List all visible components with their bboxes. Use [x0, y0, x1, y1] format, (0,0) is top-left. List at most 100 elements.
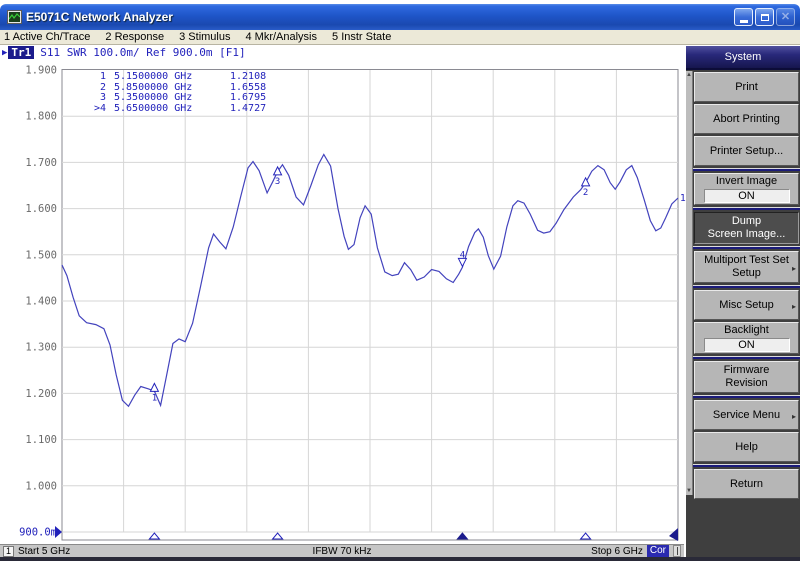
- marker-table: 15.1500000 GHz1.210825.8500000 GHz1.6558…: [86, 72, 266, 114]
- minimize-icon: [740, 20, 748, 23]
- marker-value: 1.2108: [230, 72, 266, 83]
- softkey-label: Firmware: [724, 364, 770, 377]
- channel-indicator: 1: [3, 546, 14, 557]
- y-axis-tick-label: 1.600: [25, 203, 57, 215]
- softkey-separator: [686, 464, 800, 467]
- submenu-arrow-icon: ▸: [792, 410, 796, 423]
- softkey-separator: [686, 395, 800, 398]
- softkey-return[interactable]: Return: [694, 469, 799, 499]
- marker-row-4: >4 5.6500000 GHz 1.4727: [86, 104, 266, 115]
- measurement-area: 1.9001.8001.7001.6001.5001.4001.3001.200…: [0, 46, 686, 557]
- marker-number: 1: [86, 72, 106, 83]
- y-axis-tick-label: 1.300: [25, 342, 57, 354]
- window-title: E5071C Network Analyzer: [26, 10, 734, 24]
- softkey-label: Multiport Test Set: [704, 254, 789, 267]
- softkey-separator: [686, 168, 800, 171]
- softkey-label: Return: [730, 478, 763, 491]
- restore-button[interactable]: [755, 8, 774, 26]
- softkey-service-menu[interactable]: Service Menu ▸: [694, 400, 799, 430]
- y-axis-tick-label: 1.700: [25, 157, 57, 169]
- menu-item-5[interactable]: 5 Instr State: [332, 31, 391, 43]
- marker-row-3: 35.3500000 GHz1.6795: [86, 93, 266, 104]
- softkey-label: Printer Setup...: [710, 145, 783, 158]
- softkey-label: Setup: [732, 267, 761, 280]
- marker-row-1: 1 5.1500000 GHz 1.2108: [86, 72, 266, 83]
- scroll-down-icon: ▼: [686, 488, 692, 494]
- softkey-label: Screen Image...: [708, 228, 786, 241]
- start-frequency: Start 5 GHz: [18, 546, 70, 557]
- correction-badge: Cor: [647, 545, 669, 557]
- softkey-separator: [686, 356, 800, 359]
- softkey-printer-setup[interactable]: Printer Setup...: [694, 136, 799, 166]
- y-axis-tick-label: 1.400: [25, 296, 57, 308]
- y-axis-tick-label: 1.800: [25, 111, 57, 123]
- softkey-label: Revision: [725, 377, 767, 390]
- swr-chart: 1.9001.8001.7001.6001.5001.4001.3001.200…: [0, 46, 686, 544]
- active-trace-icon: ▶: [2, 48, 7, 58]
- window-bottom-border: [0, 557, 800, 561]
- reference-level-icon: [55, 526, 62, 538]
- softkey-menu-title: System: [686, 46, 800, 70]
- trace-label[interactable]: Tr1: [8, 46, 34, 59]
- softkey-multiport-test-set-setup[interactable]: Multiport Test SetSetup ▸: [694, 251, 799, 283]
- y-axis-tick-label: 1.500: [25, 249, 57, 261]
- status-separator: [673, 545, 681, 557]
- close-icon: ✕: [781, 12, 790, 23]
- softkey-misc-setup[interactable]: Misc Setup ▸: [694, 290, 799, 320]
- softkey-firmware-revision[interactable]: FirmwareRevision: [694, 361, 799, 393]
- softkey-label: Misc Setup: [719, 299, 773, 312]
- stop-frequency: Stop 6 GHz: [591, 546, 643, 557]
- app-icon: [7, 10, 22, 24]
- softkey-label: Invert Image: [716, 175, 777, 188]
- y-axis-tick-label: 1.100: [25, 434, 57, 446]
- marker-frequency: 5.1500000 GHz: [114, 72, 218, 83]
- y-axis-tick-label: 1.000: [25, 480, 57, 492]
- marker-glyph-number: 1: [152, 393, 157, 403]
- app-window: E5071C Network Analyzer ✕ 1 Active Ch/Tr…: [0, 0, 800, 567]
- submenu-arrow-icon: ▸: [792, 300, 796, 313]
- softkey-separator: [686, 246, 800, 249]
- scroll-up-icon: ▲: [686, 72, 692, 78]
- softkey-label: Dump: [732, 215, 761, 228]
- submenu-arrow-icon: ▸: [792, 262, 796, 275]
- softkey-print[interactable]: Print: [694, 72, 799, 102]
- softkey-label: Print: [735, 81, 758, 94]
- content-area: 1.9001.8001.7001.6001.5001.4001.3001.200…: [0, 46, 800, 557]
- menu-bar: 1 Active Ch/Trace 2 Response 3 Stimulus 4 M…: [0, 30, 800, 45]
- softkey-sidebar: System Print Abort Printing Printer Setup..…: [686, 46, 800, 557]
- restore-icon: [761, 14, 769, 21]
- menu-item-3[interactable]: 3 Stimulus: [179, 31, 230, 43]
- close-button: ✕: [776, 8, 795, 26]
- softkey-label: Help: [735, 441, 758, 454]
- marker-number: 3: [86, 93, 106, 104]
- softkey-backlight[interactable]: BacklightON: [694, 322, 799, 354]
- softkey-dump-screen-image[interactable]: DumpScreen Image...: [694, 212, 799, 244]
- softkey-separator: [686, 285, 800, 288]
- menu-item-4[interactable]: 4 Mkr/Analysis: [245, 31, 317, 43]
- softkey-label: Backlight: [724, 324, 769, 337]
- softkey-state-value: ON: [704, 338, 790, 352]
- trace-format-text: S11 SWR 100.0m/ Ref 900.0m [F1]: [40, 46, 245, 59]
- marker-frequency: 5.6500000 GHz: [114, 104, 218, 115]
- minimize-button[interactable]: [734, 8, 753, 26]
- marker-glyph-number: 3: [275, 177, 280, 187]
- sidebar-scrollbar[interactable]: ▲ ▼: [686, 71, 693, 495]
- softkey-separator: [686, 207, 800, 210]
- menu-item-2[interactable]: 2 Response: [105, 31, 164, 43]
- status-bar: 1 Start 5 GHz IFBW 70 kHz Stop 6 GHz Cor: [0, 544, 684, 557]
- softkey-abort-printing[interactable]: Abort Printing: [694, 104, 799, 134]
- softkey-help[interactable]: Help: [694, 432, 799, 462]
- trace-header: ▶ Tr1 S11 SWR 100.0m/ Ref 900.0m [F1]: [2, 46, 246, 59]
- marker-value: 1.4727: [230, 104, 266, 115]
- marker-frequency: 5.3500000 GHz: [114, 93, 218, 104]
- softkey-label: Abort Printing: [713, 113, 780, 126]
- y-axis-tick-label: 900.0m: [19, 527, 57, 539]
- softkey-state-value: ON: [704, 189, 790, 203]
- menu-item-1[interactable]: 1 Active Ch/Trace: [4, 31, 90, 43]
- title-bar: E5071C Network Analyzer ✕: [0, 4, 800, 30]
- marker-number: >4: [86, 104, 106, 115]
- marker-glyph-number: 2: [583, 188, 588, 198]
- softkey-invert-image[interactable]: Invert ImageON: [694, 173, 799, 205]
- softkey-column: System Print Abort Printing Printer Setup..…: [686, 46, 800, 499]
- softkey-label: Service Menu: [713, 409, 780, 422]
